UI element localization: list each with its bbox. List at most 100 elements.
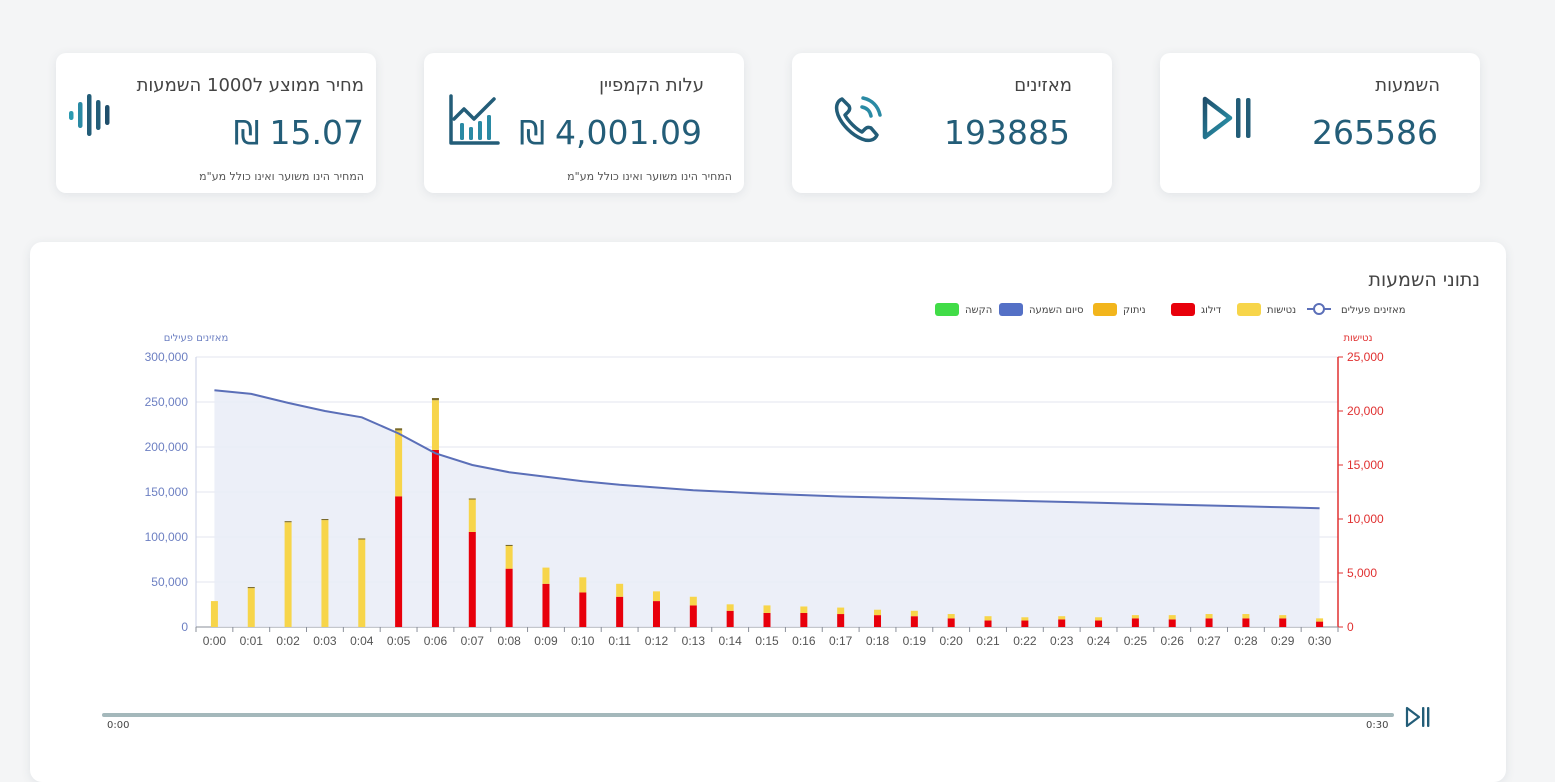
x-tick-label: 0:27 — [1197, 634, 1221, 648]
playback-start-time: 0:00 — [107, 720, 130, 731]
bar-skip — [910, 616, 918, 627]
legend-label[interactable]: נטישות — [1267, 305, 1296, 316]
bar-abandon — [579, 577, 587, 593]
bar-abandon — [284, 522, 292, 627]
bar-skip — [947, 618, 955, 627]
x-tick-label: 0:06 — [424, 634, 448, 648]
legend-label[interactable]: דילוג — [1201, 305, 1222, 316]
bar-abandon — [358, 539, 366, 627]
bar-skip — [800, 612, 808, 627]
x-tick-label: 0:18 — [866, 634, 890, 648]
bar-abandon — [1316, 618, 1324, 622]
x-tick-label: 0:22 — [1013, 634, 1037, 648]
x-tick-label: 0:28 — [1234, 634, 1258, 648]
bar-abandon — [652, 591, 660, 602]
bar-abandon — [321, 520, 329, 627]
bar-skip — [984, 620, 992, 627]
price-note: המחיר הינו משוער ואינו כולל מע"מ — [567, 170, 732, 183]
bar-skip — [837, 614, 845, 627]
bar-abandon — [431, 400, 439, 450]
x-tick-label: 0:00 — [203, 634, 227, 648]
bar-abandon — [689, 596, 697, 606]
x-tick-label: 0:30 — [1308, 634, 1332, 648]
bar-skip — [542, 583, 550, 627]
bar-skip — [726, 610, 734, 627]
bar-abandon — [505, 546, 513, 569]
card-campaign-cost: עלות הקמפיין ₪ 4,001.09 המחיר הינו משוער … — [424, 53, 744, 193]
bar-disconnect — [505, 544, 513, 546]
x-tick-label: 0:04 — [350, 634, 374, 648]
x-tick-label: 0:25 — [1124, 634, 1148, 648]
x-tick-label: 0:15 — [755, 634, 779, 648]
legend-swatch — [1237, 303, 1261, 316]
playback-progress-track[interactable] — [102, 713, 1394, 717]
card-listeners: מאזינים 193885 — [792, 53, 1112, 193]
bar-abandon — [947, 614, 955, 619]
bar-skip — [1131, 618, 1139, 627]
bar-disconnect — [247, 587, 255, 589]
bar-abandon — [210, 601, 218, 627]
bar-skip — [579, 592, 587, 627]
left-tick-label: 200,000 — [145, 440, 189, 454]
bar-disconnect — [284, 521, 292, 523]
x-tick-label: 0:24 — [1087, 634, 1111, 648]
x-tick-label: 0:12 — [645, 634, 669, 648]
bar-abandon — [1021, 617, 1029, 621]
x-tick-label: 0:05 — [387, 634, 411, 648]
sound-wave-icon — [69, 94, 110, 136]
card-avg-price: מחיר ממוצע ל1000 השמעות ₪ 15.07 המחיר הינ… — [56, 53, 376, 193]
bar-abandon — [1131, 615, 1139, 619]
currency-symbol: ₪ — [519, 113, 546, 152]
plays-chart: 0 50,000 100,000 150,000 200,000 250,000 300,0… — [145, 303, 1406, 648]
currency-symbol: ₪ — [233, 113, 260, 152]
bar-abandon — [910, 610, 918, 617]
x-tick-label: 0:03 — [313, 634, 337, 648]
left-axis-label: מאזינים פעילים — [164, 333, 229, 344]
bar-skip — [1095, 620, 1103, 627]
bar-skip — [652, 601, 660, 627]
legend-swatch — [999, 303, 1023, 316]
card-value: ₪ 15.07 — [233, 113, 364, 152]
bar-disconnect — [468, 498, 476, 500]
x-tick-label: 0:14 — [718, 634, 742, 648]
bar-skip — [1316, 621, 1324, 627]
legend-label[interactable]: הקשה — [965, 305, 992, 316]
x-tick-label: 0:16 — [792, 634, 816, 648]
legend-label[interactable]: סיום השמעה — [1029, 305, 1083, 316]
bar-disconnect — [431, 398, 439, 401]
bar-skip — [1205, 618, 1213, 627]
legend-label[interactable]: ניתוק — [1123, 305, 1146, 316]
bar-abandon — [1279, 615, 1287, 619]
left-tick-label: 150,000 — [145, 485, 189, 499]
left-tick-label: 0 — [181, 620, 188, 634]
bar-skip — [1279, 618, 1287, 627]
bar-abandon — [1205, 614, 1213, 619]
bar-skip — [689, 605, 697, 627]
bar-skip — [431, 449, 439, 627]
bar-skip — [1242, 618, 1250, 627]
bar-chart-trend-icon — [449, 94, 500, 145]
playback-end-time: 0:30 — [1366, 720, 1389, 731]
x-tick-label: 0:20 — [940, 634, 964, 648]
card-title: מאזינים — [1014, 75, 1072, 96]
x-tick-label: 0:26 — [1161, 634, 1185, 648]
bar-abandon — [1242, 614, 1250, 619]
left-tick-label: 50,000 — [151, 575, 188, 589]
bar-disconnect — [358, 538, 366, 540]
bar-skip — [1168, 619, 1176, 627]
x-tick-label: 0:17 — [829, 634, 853, 648]
play-pause-icon[interactable] — [1405, 706, 1431, 728]
bar-abandon — [874, 609, 882, 616]
x-tick-label: 0:19 — [903, 634, 927, 648]
bar-abandon — [1095, 617, 1103, 621]
bar-abandon — [726, 604, 734, 611]
card-plays: השמעות 265586 — [1160, 53, 1480, 193]
right-tick-label: 20,000 — [1347, 404, 1384, 418]
right-tick-label: 10,000 — [1347, 512, 1384, 526]
price-note: המחיר הינו משוער ואינו כולל מע"מ — [199, 170, 364, 183]
bar-disconnect — [321, 519, 329, 521]
bar-abandon — [837, 607, 845, 615]
legend-label[interactable]: מאזינים פעילים — [1341, 305, 1406, 316]
bar-disconnect — [395, 428, 403, 431]
bar-skip — [395, 496, 403, 627]
